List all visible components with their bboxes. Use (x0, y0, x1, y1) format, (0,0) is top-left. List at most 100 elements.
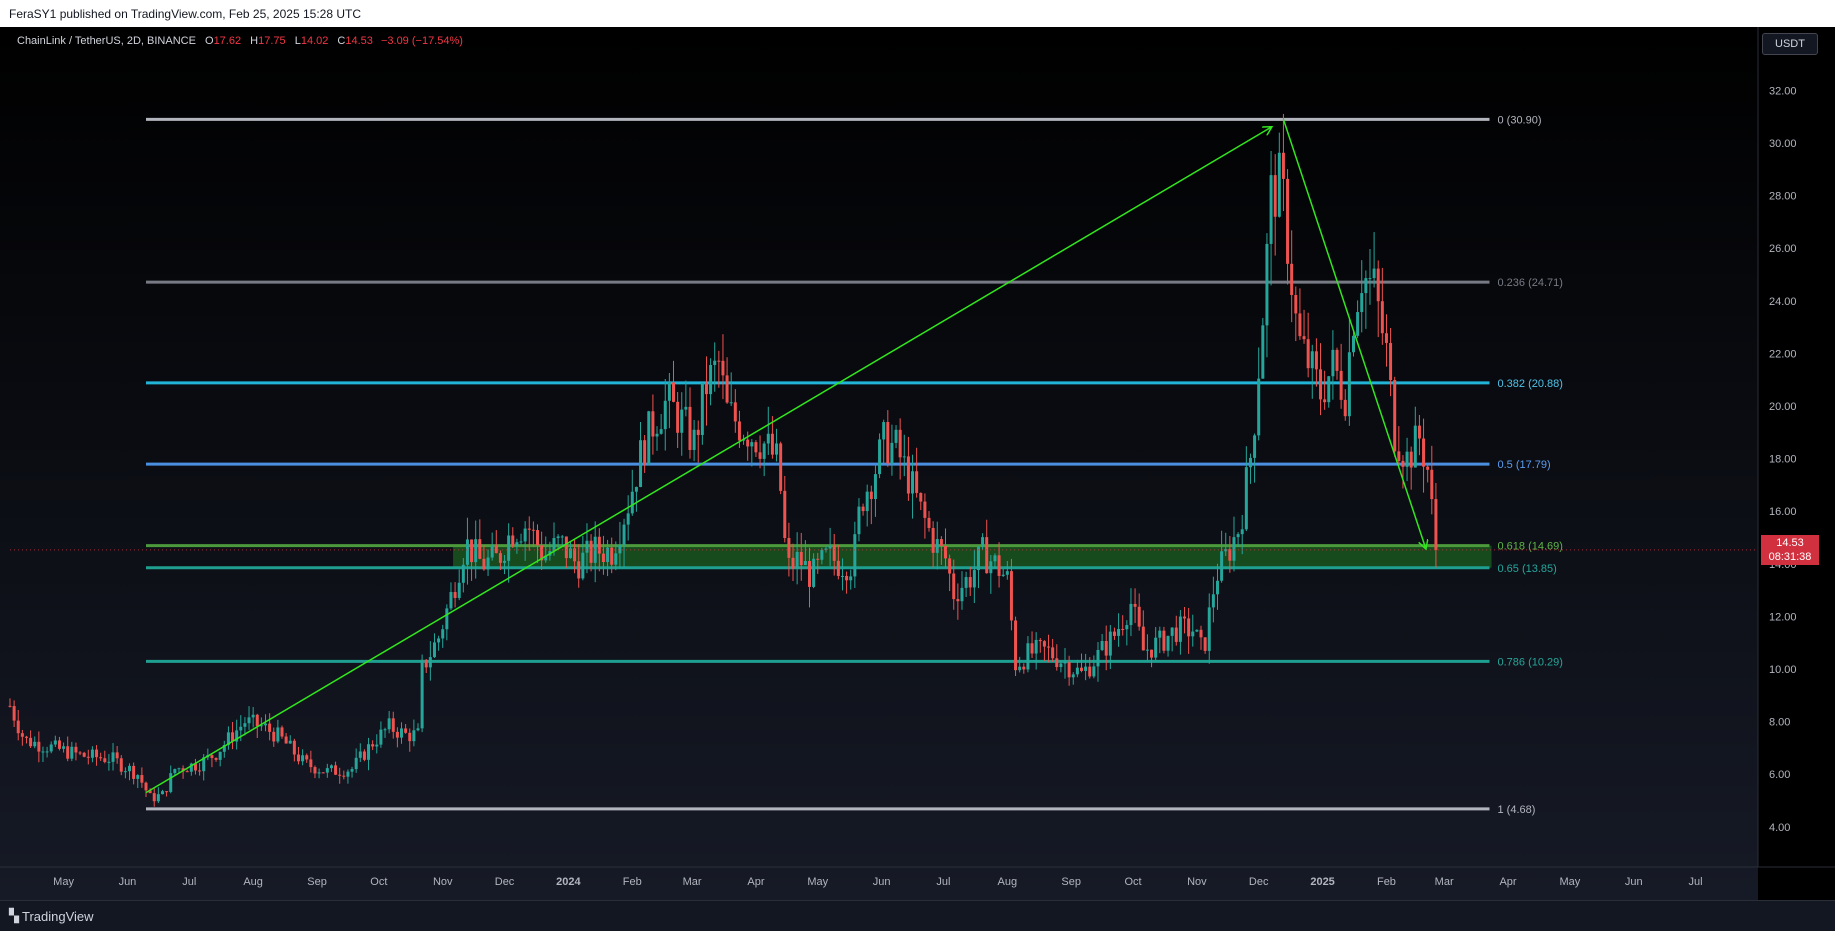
candle-body (78, 752, 82, 754)
candle-body (498, 553, 502, 563)
candle-body (696, 429, 700, 436)
candle-body (1298, 313, 1302, 337)
candle-body (956, 599, 960, 602)
candle-body (301, 755, 305, 762)
candle-body (919, 492, 923, 502)
candle-body (968, 577, 972, 588)
candle-body (816, 558, 820, 560)
candle-body (911, 471, 915, 494)
candle-body (680, 409, 684, 433)
candle-body (264, 723, 268, 726)
price-tick-label: 10.00 (1769, 664, 1797, 676)
candle-body (1248, 457, 1252, 468)
candle-body (169, 773, 173, 792)
candle-body (840, 575, 844, 577)
candle-body (1409, 451, 1413, 468)
candle-body (1092, 666, 1096, 677)
candle-body (1393, 380, 1397, 452)
price-tick-label: 20.00 (1769, 401, 1797, 413)
candle-body (754, 442, 758, 453)
candle-body (95, 749, 99, 758)
candle-body (185, 771, 189, 773)
candle-body (663, 400, 667, 430)
candle-body (214, 758, 218, 760)
candle-body (717, 360, 721, 362)
candle-body (272, 731, 276, 742)
candle-body (601, 553, 605, 562)
candle-body (1281, 152, 1285, 179)
candle-body (791, 557, 795, 569)
change-value: −3.09 (−17.54%) (380, 35, 463, 47)
chart-area[interactable]: 4.006.008.0010.0012.0014.0016.0018.0020.… (0, 27, 1835, 900)
price-tick-label: 18.00 (1769, 454, 1797, 466)
candle-body (556, 536, 560, 539)
candle-body (515, 542, 519, 547)
candle-body (779, 443, 783, 491)
candle-body (474, 539, 478, 563)
candle-body (292, 740, 296, 755)
candle-body (676, 401, 680, 433)
candle-body (111, 752, 115, 762)
candle-body (634, 486, 638, 492)
bar-countdown: 08:31:38 (1768, 551, 1812, 563)
candle-body (41, 751, 45, 753)
candle-body (1302, 336, 1306, 340)
candle-body (1306, 339, 1310, 369)
candle-body (1121, 628, 1125, 630)
candle-body (445, 608, 449, 630)
candle-body (107, 761, 111, 763)
candle-body (564, 536, 568, 559)
candle-body (400, 728, 404, 738)
candle-body (651, 411, 655, 437)
candle-body (309, 759, 313, 768)
fib-level-label: 0.236 (24.71) (1497, 277, 1562, 289)
footer-brand[interactable]: TradingView (22, 909, 94, 924)
time-tick-label: Sep (1061, 876, 1081, 888)
symbol-name[interactable]: ChainLink / TetherUS, 2D, BINANCE (17, 35, 196, 47)
candle-body (1047, 646, 1051, 648)
candle-body (57, 740, 61, 749)
candle-body (1413, 425, 1417, 468)
candle-body (886, 422, 890, 464)
candle-body (486, 557, 490, 570)
candle-body (173, 769, 177, 774)
candle-body (1211, 594, 1215, 608)
candle-body (342, 775, 346, 777)
candle-body (1339, 370, 1343, 400)
candle-body (239, 726, 243, 731)
candle-body (1125, 625, 1129, 630)
candle-body (993, 555, 997, 562)
candle-body (74, 746, 78, 753)
candlestick-chart[interactable]: 4.006.008.0010.0012.0014.0016.0018.0020.… (0, 27, 1835, 900)
candle-body (1199, 629, 1203, 638)
candle-body (416, 728, 420, 731)
candle-body (1129, 603, 1133, 626)
candle-body (1401, 460, 1405, 467)
candle-body (1145, 649, 1149, 651)
candle-body (828, 545, 832, 549)
candle-body (1183, 616, 1187, 619)
candle-body (824, 548, 828, 550)
tradingview-logo-icon[interactable]: ▚ (9, 908, 19, 924)
time-tick-label: Apr (747, 876, 764, 888)
candle-body (808, 561, 812, 587)
time-tick-label: Dec (1249, 876, 1269, 888)
candle-body (362, 751, 366, 760)
candle-body (1351, 335, 1355, 353)
candle-body (1220, 551, 1224, 581)
fib-level-label: 0.65 (13.85) (1497, 563, 1556, 575)
time-tick-label: Feb (623, 876, 642, 888)
candle-body (581, 552, 585, 579)
candle-body (721, 360, 725, 376)
candle-body (1434, 499, 1438, 550)
currency-button[interactable]: USDT (1762, 33, 1818, 55)
candle-body (1038, 639, 1042, 642)
candle-body (408, 732, 412, 742)
price-tick-label: 28.00 (1769, 191, 1797, 203)
candle-body (1207, 607, 1211, 651)
candle-body (8, 705, 12, 707)
candle-body (1030, 643, 1034, 654)
candle-body (552, 538, 556, 552)
candle-body (865, 491, 869, 512)
candle-body (66, 746, 70, 759)
